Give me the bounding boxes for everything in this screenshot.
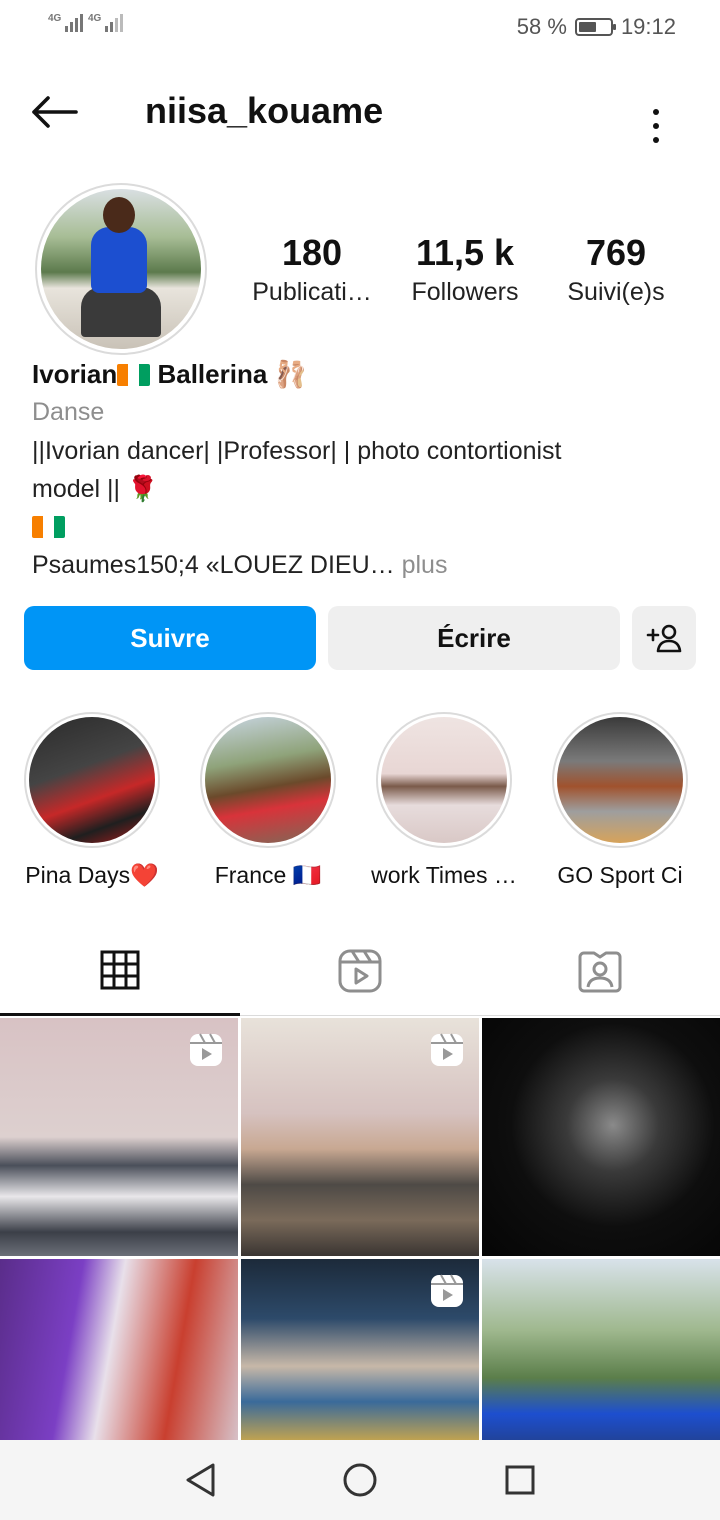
grid-icon — [100, 950, 140, 989]
highlight-cover — [205, 717, 331, 843]
profile-header: niisa_kouame — [0, 76, 720, 146]
reels-icon — [431, 1274, 463, 1307]
display-name-prefix: Ivorian — [32, 359, 118, 389]
bio-line-4: Psaumes150;4 «LOUEZ DIEU… plus — [32, 546, 692, 584]
post-thumbnail[interactable] — [241, 1259, 479, 1440]
clock: 19:12 — [620, 14, 676, 39]
story-highlight[interactable]: work Times … — [364, 712, 524, 889]
nav-recents-button[interactable] — [498, 1458, 542, 1502]
message-button[interactable]: Écrire — [328, 606, 620, 670]
suggested-users-button[interactable] — [632, 606, 696, 670]
avatar — [41, 189, 201, 349]
tagged-icon — [578, 951, 622, 993]
nav-home-button[interactable] — [338, 1458, 382, 1502]
highlight-label: work Times … — [371, 862, 517, 888]
reels-icon — [431, 1033, 463, 1066]
following-count-label: Suivi(e)s — [567, 278, 665, 306]
bio-text-truncated: Psaumes150;4 «LOUEZ DIEU… — [32, 551, 395, 579]
story-highlight[interactable]: Pina Days❤️ — [12, 712, 172, 889]
highlight-label: GO Sport Ci — [557, 862, 683, 888]
network-type-label: 4G — [88, 13, 102, 24]
arrow-left-icon — [32, 96, 78, 128]
nav-back-button[interactable] — [178, 1458, 222, 1502]
followers-count-value: 11,5 k — [415, 232, 515, 273]
profile-tabs — [0, 926, 720, 1016]
highlight-cover — [29, 717, 155, 843]
profile-avatar[interactable] — [35, 183, 207, 355]
signal-strength-icon-1: 4G — [48, 13, 84, 32]
following-count-value: 769 — [585, 232, 647, 273]
post-thumbnail[interactable] — [482, 1018, 720, 1256]
highlight-label: Pina Days❤️ — [25, 862, 159, 888]
highlight-cover — [557, 717, 683, 843]
story-highlight[interactable]: GO Sport Ci — [540, 712, 700, 889]
following-count[interactable]: 769 Suivi(e)s — [556, 232, 676, 310]
posts-count[interactable]: 180 Publicati… — [244, 232, 380, 310]
followers-count[interactable]: 11,5 k Followers — [400, 232, 530, 310]
tab-posts[interactable] — [0, 926, 240, 1016]
story-highlight[interactable]: France 🇫🇷 — [188, 712, 348, 889]
add-user-icon — [646, 624, 682, 653]
reels-icon — [338, 949, 382, 993]
signal-strength-icon-2: 4G — [88, 13, 124, 32]
square-recents-icon — [505, 1465, 535, 1495]
ivory-coast-flag-icon — [32, 516, 65, 538]
post-thumbnail[interactable] — [482, 1259, 720, 1440]
display-name-suffix: Ballerina 🩰 — [150, 359, 307, 389]
post-thumbnail[interactable] — [241, 1018, 479, 1256]
profile-category: Danse — [32, 398, 105, 426]
more-options-button[interactable] — [640, 90, 672, 143]
more-vertical-icon — [653, 109, 659, 115]
reels-icon — [190, 1033, 222, 1066]
battery-icon — [574, 18, 616, 36]
ivory-coast-flag-icon — [117, 364, 151, 386]
follow-button[interactable]: Suivre — [24, 606, 316, 670]
profile-bio: Ivorian Ballerina 🩰 Danse ||Ivorian danc… — [32, 356, 692, 584]
highlight-cover — [381, 717, 507, 843]
highlight-label: France 🇫🇷 — [214, 862, 322, 888]
posts-count-label: Publicati… — [252, 278, 372, 306]
posts-grid — [0, 1018, 720, 1440]
bio-line-3 — [32, 508, 692, 546]
followers-count-label: Followers — [411, 278, 519, 306]
bio-more-link[interactable]: plus — [395, 551, 448, 579]
posts-count-value: 180 — [281, 232, 343, 273]
battery-percent: 58 % — [516, 14, 567, 39]
post-thumbnail[interactable] — [0, 1018, 238, 1256]
tab-tagged[interactable] — [480, 926, 720, 1016]
triangle-back-icon — [186, 1463, 215, 1497]
profile-username: niisa_kouame — [145, 90, 384, 131]
system-navigation-bar — [0, 1440, 720, 1520]
network-type-label: 4G — [48, 13, 62, 24]
bio-line-1: ||Ivorian dancer| |Professor| | photo co… — [32, 437, 562, 465]
post-thumbnail[interactable] — [0, 1259, 238, 1440]
tab-reels[interactable] — [240, 926, 480, 1016]
back-button[interactable] — [30, 90, 82, 134]
circle-home-icon — [343, 1463, 377, 1497]
profile-display-name: Ivorian Ballerina 🩰 — [32, 356, 692, 392]
bio-line-2: model || 🌹 — [32, 475, 159, 503]
profile-stats: 180 Publicati… 11,5 k Followers 769 Suiv… — [230, 232, 700, 322]
status-bar: 4G 4G 58 % 19:12 — [0, 0, 720, 56]
